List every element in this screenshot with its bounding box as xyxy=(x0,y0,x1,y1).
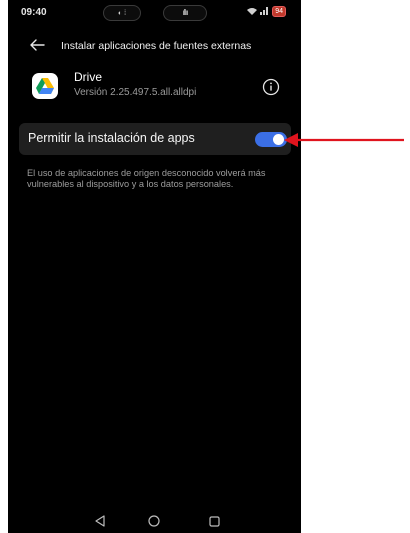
status-pill-icons: ◐ ⁞ xyxy=(117,10,127,17)
status-notification-pill: ◐ ⁞ xyxy=(103,5,141,21)
phone-screen: 09:40 ◐ ⁞ ıllıı 94 Instalar aplicaciones… xyxy=(8,0,301,533)
info-circle-icon[interactable] xyxy=(262,78,280,96)
allow-install-label: Permitir la instalación de apps xyxy=(28,131,195,145)
status-indicators: 94 xyxy=(247,6,286,17)
page-title: Instalar aplicaciones de fuentes externa… xyxy=(61,40,252,52)
allow-install-setting[interactable]: Permitir la instalación de apps xyxy=(19,123,291,155)
status-bar: 09:40 ◐ ⁞ ıllıı 94 xyxy=(8,0,301,30)
app-name: Drive xyxy=(74,70,103,84)
triangle-back-icon[interactable] xyxy=(93,514,107,533)
arrow-left-icon[interactable] xyxy=(28,36,46,54)
audio-wave-icon: ıllıı xyxy=(182,8,188,17)
app-info-row: Drive Versión 2.25.497.5.all.alldpi xyxy=(8,66,301,110)
system-nav-bar xyxy=(8,512,301,533)
red-arrow-annotation xyxy=(282,130,406,155)
wifi-icon xyxy=(247,7,258,17)
google-drive-icon xyxy=(32,73,58,99)
circle-home-icon[interactable] xyxy=(147,514,161,533)
battery-level: 94 xyxy=(272,6,286,17)
status-time: 09:40 xyxy=(21,7,47,18)
status-audio-pill: ıllıı xyxy=(163,5,207,21)
square-recent-icon[interactable] xyxy=(208,515,221,533)
screenshot-stage: 09:40 ◐ ⁞ ıllıı 94 Instalar aplicaciones… xyxy=(0,0,410,533)
signal-icon xyxy=(260,6,269,17)
page-header: Instalar aplicaciones de fuentes externa… xyxy=(8,32,301,62)
app-version: Versión 2.25.497.5.all.alldpi xyxy=(74,87,197,98)
security-warning: El uso de aplicaciones de origen descono… xyxy=(27,168,266,189)
